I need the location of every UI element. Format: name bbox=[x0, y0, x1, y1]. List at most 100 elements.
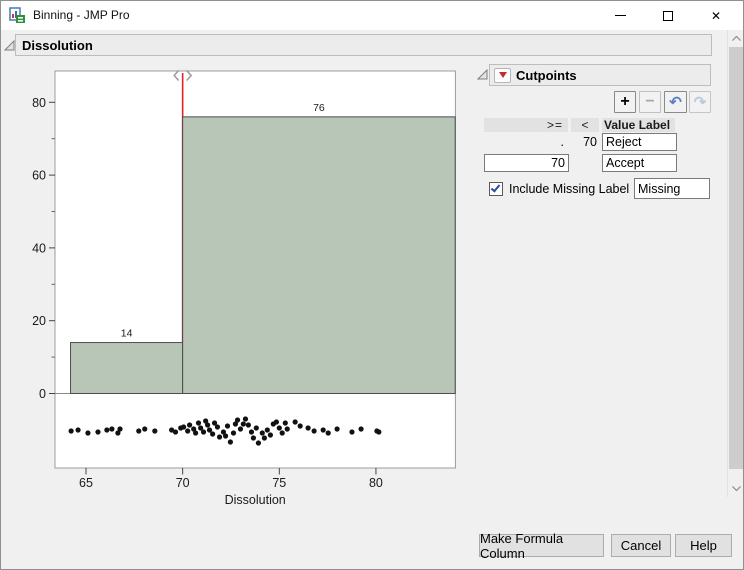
data-point[interactable] bbox=[185, 428, 191, 434]
data-point[interactable] bbox=[325, 430, 331, 436]
row1-ge-value: . bbox=[560, 135, 564, 149]
dissolution-section-header[interactable]: Dissolution bbox=[15, 34, 712, 56]
data-point[interactable] bbox=[273, 419, 280, 425]
data-point[interactable] bbox=[376, 429, 382, 435]
x-axis-title: Dissolution bbox=[225, 493, 286, 507]
row1-value-label-input[interactable] bbox=[602, 133, 677, 151]
minimize-button[interactable] bbox=[597, 1, 643, 30]
data-point[interactable] bbox=[195, 420, 202, 426]
make-formula-column-button[interactable]: Make Formula Column bbox=[479, 531, 604, 561]
help-button[interactable]: Help bbox=[675, 534, 732, 557]
data-point[interactable] bbox=[237, 426, 244, 432]
data-point[interactable] bbox=[152, 428, 158, 434]
x-axis-tick-label: 65 bbox=[79, 476, 93, 490]
dissolution-section-title: Dissolution bbox=[22, 37, 93, 53]
data-point[interactable] bbox=[172, 429, 179, 435]
checkmark-icon bbox=[490, 182, 501, 193]
data-point[interactable] bbox=[104, 427, 110, 433]
data-point[interactable] bbox=[264, 427, 270, 433]
title-bar[interactable]: Binning - JMP Pro ✕ bbox=[1, 1, 743, 30]
chevron-up-icon bbox=[732, 36, 741, 41]
disclosure-triangle-icon[interactable] bbox=[4, 40, 15, 51]
redo-icon: ↷ bbox=[693, 94, 707, 111]
data-point[interactable] bbox=[259, 430, 265, 436]
data-point[interactable] bbox=[234, 417, 241, 423]
data-point[interactable] bbox=[136, 428, 142, 434]
x-axis-tick-label: 70 bbox=[176, 476, 190, 490]
data-point[interactable] bbox=[204, 422, 211, 428]
jmp-app-icon bbox=[9, 7, 25, 23]
red-triangle-menu-button[interactable] bbox=[494, 67, 511, 83]
data-point[interactable] bbox=[267, 432, 274, 438]
data-point[interactable] bbox=[276, 425, 282, 431]
data-point[interactable] bbox=[248, 429, 255, 435]
data-point[interactable] bbox=[305, 425, 311, 431]
add-cutpoint-button[interactable]: + bbox=[614, 91, 636, 113]
data-point[interactable] bbox=[109, 426, 115, 432]
cancel-button[interactable]: Cancel bbox=[611, 534, 671, 557]
data-point[interactable] bbox=[210, 431, 216, 437]
close-icon: ✕ bbox=[710, 8, 722, 23]
data-point[interactable] bbox=[255, 440, 262, 446]
close-button[interactable]: ✕ bbox=[693, 1, 739, 30]
window-title: Binning - JMP Pro bbox=[33, 8, 130, 22]
data-point[interactable] bbox=[214, 424, 221, 430]
row2-ge-input[interactable] bbox=[484, 154, 569, 172]
data-point[interactable] bbox=[142, 426, 148, 432]
column-header-ge: >= bbox=[484, 118, 568, 132]
data-point[interactable] bbox=[245, 422, 251, 428]
data-point[interactable] bbox=[200, 429, 207, 435]
plus-icon: + bbox=[620, 93, 630, 110]
x-axis-tick-label: 80 bbox=[369, 476, 383, 490]
data-point[interactable] bbox=[222, 433, 229, 439]
include-missing-checkbox[interactable] bbox=[489, 182, 503, 196]
histogram-bar[interactable] bbox=[182, 116, 456, 395]
data-point[interactable] bbox=[320, 427, 326, 433]
scrollbar-thumb[interactable] bbox=[729, 47, 743, 469]
data-point[interactable] bbox=[282, 420, 288, 426]
remove-cutpoint-button[interactable]: − bbox=[639, 91, 661, 113]
maximize-button[interactable] bbox=[645, 1, 691, 30]
data-point[interactable] bbox=[253, 425, 259, 431]
dissolution-chart: 0 20 40 60 80 65 70 75 80 Dissolution 14 76 bbox=[32, 69, 456, 507]
scrollbar-down-arrow[interactable] bbox=[728, 480, 743, 497]
data-point[interactable] bbox=[230, 430, 237, 436]
data-point[interactable] bbox=[349, 429, 355, 435]
data-point[interactable] bbox=[334, 426, 340, 432]
missing-label-input[interactable] bbox=[634, 178, 710, 199]
data-point[interactable] bbox=[311, 428, 317, 434]
vertical-scrollbar[interactable] bbox=[727, 30, 743, 497]
scrollbar-up-arrow[interactable] bbox=[728, 30, 743, 47]
data-point[interactable] bbox=[240, 421, 246, 427]
disclosure-triangle-icon[interactable] bbox=[477, 69, 488, 80]
bar-count-label: 14 bbox=[121, 328, 133, 340]
data-point[interactable] bbox=[75, 427, 81, 433]
undo-button[interactable]: ↶ bbox=[664, 91, 687, 113]
data-point[interactable] bbox=[95, 429, 101, 435]
data-point[interactable] bbox=[284, 426, 290, 432]
data-point[interactable] bbox=[117, 426, 123, 432]
data-point[interactable] bbox=[85, 430, 91, 436]
data-point[interactable] bbox=[242, 416, 249, 422]
data-point[interactable] bbox=[292, 419, 298, 425]
data-point[interactable] bbox=[224, 423, 231, 429]
data-point[interactable] bbox=[216, 434, 223, 440]
histogram-bar[interactable] bbox=[70, 342, 184, 395]
cutpoints-section-title: Cutpoints bbox=[516, 67, 577, 83]
data-point[interactable] bbox=[187, 422, 193, 428]
data-point[interactable] bbox=[358, 426, 364, 432]
column-header-lt: < bbox=[571, 118, 599, 132]
data-point[interactable] bbox=[193, 430, 199, 436]
data-point[interactable] bbox=[250, 435, 256, 441]
data-point[interactable] bbox=[68, 428, 74, 434]
row2-value-label-input[interactable] bbox=[602, 154, 677, 172]
x-axis-tick-label: 75 bbox=[272, 476, 286, 490]
cutpoints-section-header[interactable]: Cutpoints bbox=[489, 64, 711, 86]
data-point[interactable] bbox=[227, 439, 233, 445]
data-point[interactable] bbox=[181, 424, 187, 430]
data-point[interactable] bbox=[261, 435, 268, 441]
redo-button[interactable]: ↷ bbox=[689, 91, 711, 113]
data-point[interactable] bbox=[279, 430, 285, 436]
data-point[interactable] bbox=[297, 423, 303, 429]
column-header-value-label: Value Label bbox=[602, 118, 675, 132]
